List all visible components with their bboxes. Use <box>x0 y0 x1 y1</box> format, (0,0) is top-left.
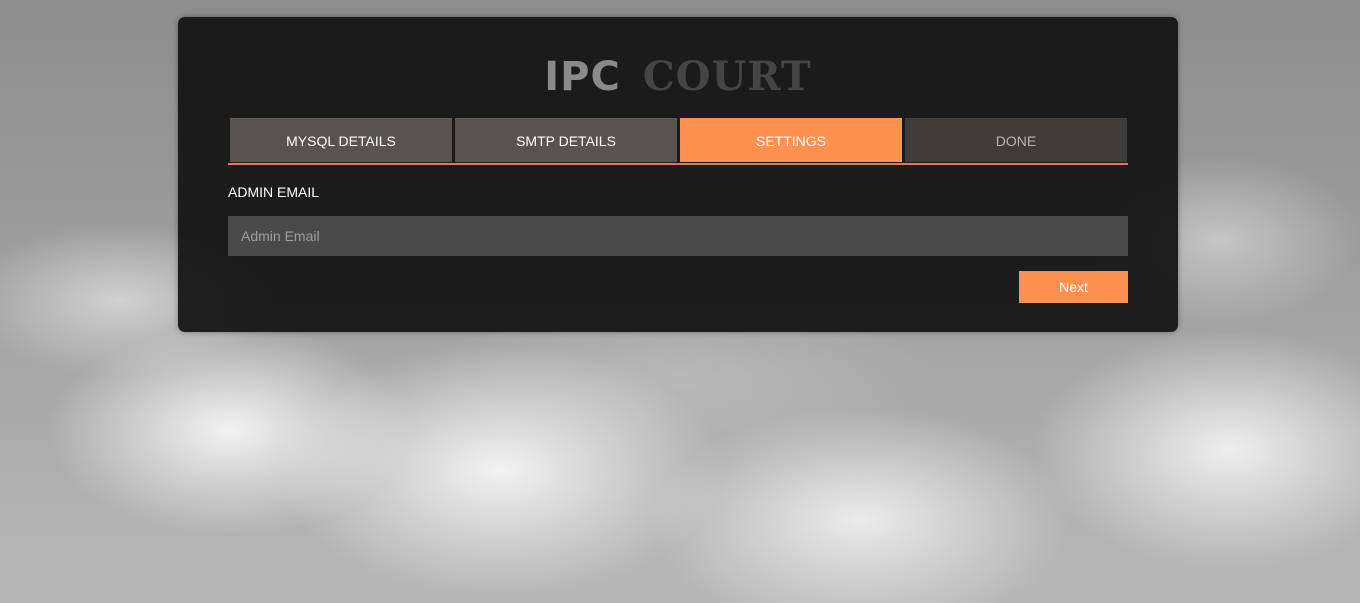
admin-email-input[interactable] <box>228 216 1128 256</box>
wizard-steps: MYSQL DETAILS SMTP DETAILS SETTINGS DONE <box>228 118 1128 165</box>
logo-part-court: COURT <box>642 53 812 100</box>
logo-part-ipc: IPC <box>544 54 621 100</box>
tab-done[interactable]: DONE <box>905 118 1127 162</box>
app-logo: IPC COURT <box>178 53 1178 101</box>
tab-mysql-details[interactable]: MYSQL DETAILS <box>230 118 452 162</box>
next-button[interactable]: Next <box>1019 271 1128 303</box>
tab-smtp-details[interactable]: SMTP DETAILS <box>455 118 677 162</box>
tab-settings[interactable]: SETTINGS <box>680 118 902 162</box>
setup-wizard-panel: IPC COURT MYSQL DETAILS SMTP DETAILS SETT… <box>178 17 1178 332</box>
admin-email-label: ADMIN EMAIL <box>228 184 320 200</box>
